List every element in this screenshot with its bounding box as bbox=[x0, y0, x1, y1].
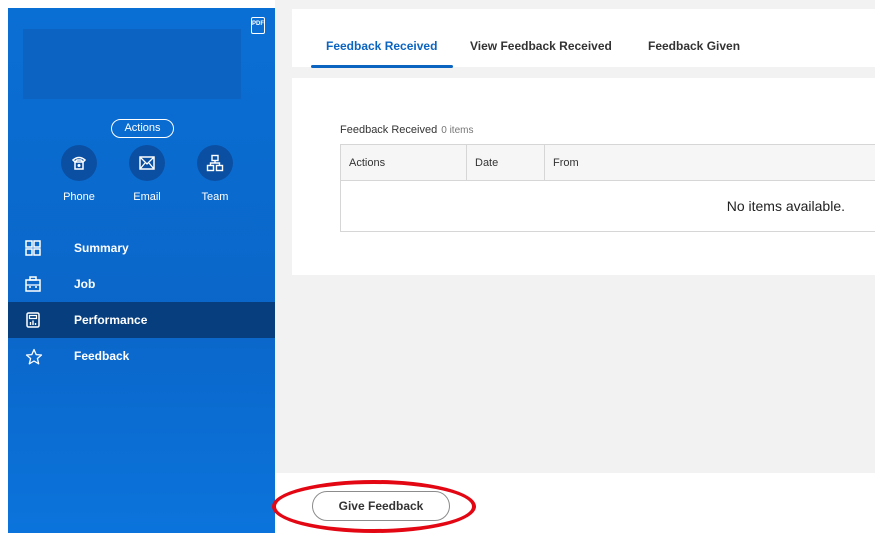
email-contact[interactable]: Email bbox=[117, 145, 177, 203]
email-icon[interactable] bbox=[129, 145, 165, 181]
email-label: Email bbox=[133, 191, 161, 203]
star-icon bbox=[25, 348, 43, 365]
grid-title-text: Feedback Received bbox=[340, 124, 438, 136]
grid-item-count: 0 items bbox=[441, 125, 474, 136]
team-label: Team bbox=[201, 191, 229, 203]
nav-performance[interactable]: Performance bbox=[8, 302, 275, 338]
grid-header: Actions Date From bbox=[341, 145, 875, 181]
tab-feedback-given[interactable]: Feedback Given bbox=[648, 39, 740, 53]
nav-feedback[interactable]: Feedback bbox=[8, 338, 275, 374]
feedback-grid: Actions Date From No items available. bbox=[340, 144, 875, 232]
sidebar: PDF Actions Phone Email Team Summary Job… bbox=[8, 8, 275, 533]
grid-title: Feedback Received 0 items bbox=[340, 124, 473, 136]
team-icon[interactable] bbox=[197, 145, 233, 181]
actions-button[interactable]: Actions bbox=[111, 119, 174, 138]
nav-job-label: Job bbox=[74, 277, 96, 291]
active-tab-indicator bbox=[311, 65, 453, 68]
phone-label: Phone bbox=[63, 191, 95, 203]
tab-view-feedback-received[interactable]: View Feedback Received bbox=[470, 39, 612, 53]
give-feedback-button[interactable]: Give Feedback bbox=[312, 491, 450, 521]
column-header-from[interactable]: From bbox=[544, 145, 875, 181]
team-contact[interactable]: Team bbox=[185, 145, 245, 203]
nav-feedback-label: Feedback bbox=[74, 349, 130, 363]
nav-job[interactable]: Job bbox=[8, 266, 275, 302]
tab-feedback-received[interactable]: Feedback Received bbox=[326, 39, 437, 53]
empty-message: No items available. bbox=[726, 198, 845, 214]
performance-icon bbox=[25, 312, 41, 328]
pdf-icon[interactable]: PDF bbox=[251, 17, 265, 34]
profile-header bbox=[23, 29, 241, 99]
phone-contact[interactable]: Phone bbox=[49, 145, 109, 203]
column-header-actions[interactable]: Actions bbox=[341, 145, 466, 181]
nav-summary-label: Summary bbox=[74, 241, 129, 255]
phone-icon[interactable] bbox=[61, 145, 97, 181]
nav-performance-label: Performance bbox=[74, 313, 148, 327]
summary-icon bbox=[25, 240, 41, 256]
job-icon bbox=[25, 276, 41, 292]
nav-summary[interactable]: Summary bbox=[8, 230, 275, 266]
tab-bar bbox=[292, 9, 875, 67]
column-header-date[interactable]: Date bbox=[466, 145, 544, 181]
